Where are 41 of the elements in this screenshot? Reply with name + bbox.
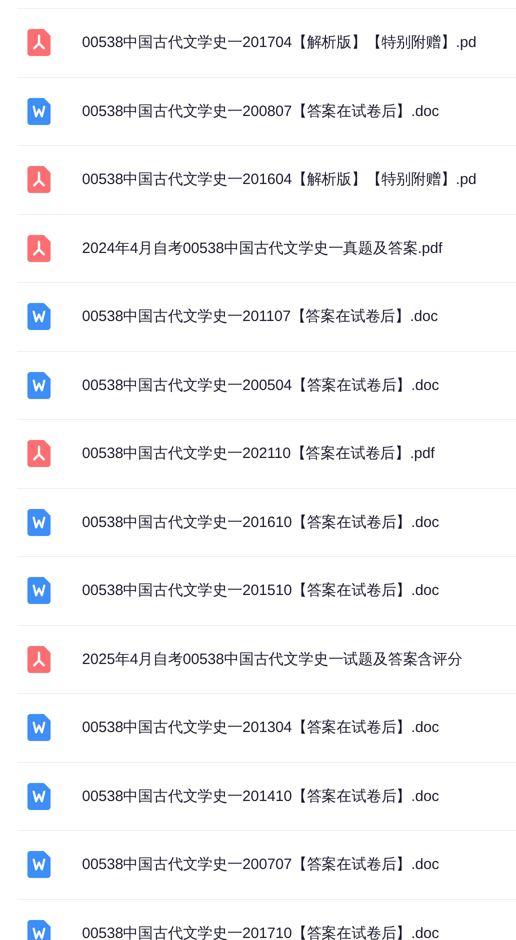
file-item[interactable]: 00538中国古代文学史一200807【答案在试卷后】.doc: [17, 76, 516, 145]
file-item[interactable]: 00538中国古代文学史一200504【答案在试卷后】.doc: [17, 350, 516, 419]
word-file-icon: [27, 372, 51, 399]
pdf-file-icon: [27, 29, 51, 56]
word-file-icon: [27, 851, 51, 878]
file-name: 2025年4月自考00538中国古代文学史一试题及答案含评分: [82, 650, 462, 669]
file-item[interactable]: 00538中国古代文学史一201704【解析版】【特别附赠】.pd: [17, 8, 516, 76]
pdf-file-icon: [27, 166, 51, 194]
file-name: 2024年4月自考00538中国古代文学史一真题及答案.pdf: [82, 238, 442, 258]
file-name: 00538中国古代文学史一201510【答案在试卷后】.doc: [82, 581, 440, 600]
file-item[interactable]: 00538中国古代文学史一201107【答案在试卷后】.doc: [17, 282, 516, 350]
word-file-icon: [27, 782, 51, 810]
word-file-icon: [27, 714, 51, 742]
file-name: 00538中国古代文学史一201610【答案在试卷后】.doc: [82, 512, 440, 532]
file-item[interactable]: 00538中国古代文学史一201604【解析版】【特别附赠】.pd: [17, 145, 516, 214]
file-name: 00538中国古代文学史一201410【答案在试卷后】.doc: [82, 786, 440, 806]
file-name: 00538中国古代文学史一200807【答案在试卷后】.doc: [82, 102, 440, 121]
word-file-icon: [27, 508, 51, 536]
word-file-icon: [27, 577, 51, 604]
file-item[interactable]: 2025年4月自考00538中国古代文学史一试题及答案含评分: [17, 624, 516, 693]
pdf-file-icon: [27, 646, 51, 673]
file-item[interactable]: 00538中国古代文学史一201710【答案在试卷后】.doc: [17, 898, 516, 940]
file-item[interactable]: 00538中国古代文学史一201510【答案在试卷后】.doc: [17, 556, 516, 624]
file-name: 00538中国古代文学史一201304【答案在试卷后】.doc: [82, 718, 440, 738]
word-file-icon: [27, 303, 51, 330]
file-name: 00538中国古代文学史一201107【答案在试卷后】.doc: [82, 307, 438, 326]
file-name: 00538中国古代文学史一200707【答案在试卷后】.doc: [82, 855, 440, 874]
file-name: 00538中国古代文学史一201704【解析版】【特别附赠】.pd: [82, 33, 476, 52]
pdf-file-icon: [27, 234, 51, 262]
file-item[interactable]: 00538中国古代文学史一202110【答案在试卷后】.pdf: [17, 419, 516, 488]
file-name: 00538中国古代文学史一201710【答案在试卷后】.doc: [82, 924, 440, 940]
file-item[interactable]: 00538中国古代文学史一200707【答案在试卷后】.doc: [17, 830, 516, 898]
file-name: 00538中国古代文学史一202110【答案在试卷后】.pdf: [82, 444, 435, 464]
file-name: 00538中国古代文学史一201604【解析版】【特别附赠】.pd: [82, 170, 476, 190]
word-file-icon: [27, 98, 51, 125]
file-item[interactable]: 00538中国古代文学史一201304【答案在试卷后】.doc: [17, 693, 516, 762]
file-item[interactable]: 00538中国古代文学史一201610【答案在试卷后】.doc: [17, 488, 516, 556]
file-item[interactable]: 2024年4月自考00538中国古代文学史一真题及答案.pdf: [17, 214, 516, 282]
pdf-file-icon: [27, 440, 51, 468]
file-name: 00538中国古代文学史一200504【答案在试卷后】.doc: [82, 376, 440, 395]
file-item[interactable]: 00538中国古代文学史一201410【答案在试卷后】.doc: [17, 762, 516, 830]
